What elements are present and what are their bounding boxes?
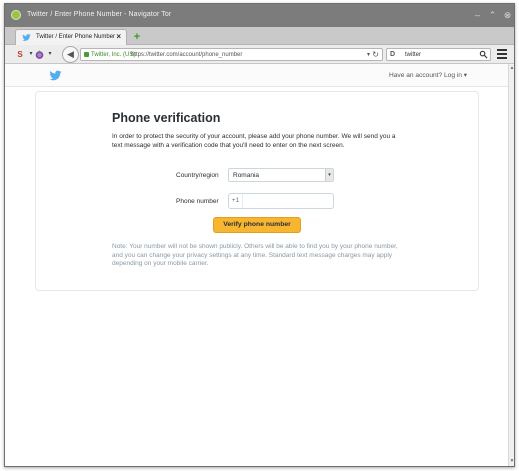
browser-window: Twitter / Enter Phone Number - Navigator… [4, 3, 515, 467]
login-link[interactable]: Have an account? Log in ▾ [389, 71, 467, 79]
lock-icon [84, 52, 89, 57]
url-dropdown-icon[interactable]: ▾ [367, 51, 370, 58]
maximize-button[interactable]: ⌃ [486, 9, 499, 22]
twitter-bird-icon[interactable] [49, 69, 62, 82]
title-bar: Twitter / Enter Phone Number - Navigator… [5, 4, 514, 27]
country-value: Romania [233, 172, 260, 179]
tab-close-icon[interactable]: × [116, 32, 121, 41]
url-text[interactable]: https://twitter.com/account/phone_number [131, 52, 242, 58]
select-arrow-icon: ▾ [325, 169, 333, 181]
tor-onion-icon[interactable] [34, 49, 45, 60]
country-code: +1 [229, 194, 243, 208]
lead-text: In order to protect the security of your… [112, 133, 396, 149]
page-title: Phone verification [112, 111, 221, 125]
noscript-icon[interactable]: S [15, 48, 25, 61]
phone-label: Phone number [176, 198, 219, 205]
phone-field[interactable]: +1 [228, 193, 334, 209]
country-label: Country/region [176, 172, 219, 179]
new-tab-button[interactable]: + [131, 31, 143, 43]
site-identity[interactable]: Twitter, Inc. (US) [91, 52, 135, 58]
phone-verification-card: Phone verification In order to protect t… [35, 91, 479, 291]
tab-bar: Twitter / Enter Phone Number × + [5, 27, 514, 45]
tab-twitter[interactable]: Twitter / Enter Phone Number × [15, 29, 127, 45]
tab-label: Twitter / Enter Phone Number [36, 34, 116, 40]
country-select[interactable]: Romania ▾ [228, 168, 334, 182]
window-title: Twitter / Enter Phone Number - Navigator… [27, 11, 172, 18]
scroll-up-icon[interactable]: ▲ [509, 65, 514, 73]
scrollbar[interactable]: ▲ ▼ [508, 64, 514, 466]
search-icon[interactable] [479, 50, 488, 59]
search-input[interactable]: twitter [405, 52, 421, 58]
page-viewport: Have an account? Log in ▾ Phone verifica… [5, 64, 508, 466]
tor-dropdown-icon[interactable]: ▾ [46, 48, 54, 61]
tor-browser-icon [11, 10, 21, 20]
privacy-note: Note: Your number will not be shown publ… [112, 243, 398, 268]
back-arrow-icon[interactable]: ◀ [62, 46, 79, 63]
reload-icon[interactable]: ↻ [372, 50, 379, 59]
twitter-header: Have an account? Log in ▾ [5, 64, 508, 87]
search-engine-icon[interactable]: D [390, 51, 395, 58]
search-bar[interactable]: D twitter [386, 48, 491, 61]
close-window-button[interactable]: ⊗ [501, 9, 514, 22]
navigation-toolbar: S ▾ ▾ ◀ Twitter, Inc. (US) https://twitt… [5, 45, 514, 64]
twitter-favicon-icon [22, 34, 31, 41]
verify-phone-button[interactable]: Verify phone number [213, 217, 301, 233]
menu-icon[interactable] [497, 49, 507, 59]
scroll-down-icon[interactable]: ▼ [509, 458, 514, 466]
url-bar[interactable]: Twitter, Inc. (US) https://twitter.com/a… [80, 48, 383, 61]
minimize-button[interactable]: – [471, 9, 484, 22]
